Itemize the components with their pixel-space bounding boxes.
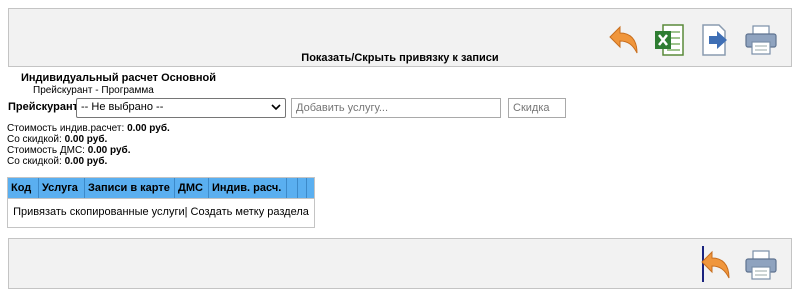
toggle-record-binding-link[interactable]: Показать/Скрыть привязку к записи — [9, 52, 791, 64]
cost-value: 0.00 руб. — [127, 123, 170, 134]
column-header-extra-2 — [298, 178, 307, 198]
chevron-down-icon — [271, 102, 281, 115]
add-service-input[interactable]: Добавить услугу... — [291, 98, 501, 118]
undo-arrow-icon[interactable] — [695, 245, 735, 285]
grid-actions: Привязать скопированные услуги| Создать … — [8, 206, 314, 218]
calc-title: Индивидуальный расчет Основной — [21, 72, 217, 84]
printer-icon[interactable] — [741, 245, 781, 285]
cost-value: 0.00 руб. — [87, 145, 131, 156]
cost-label: Со скидкой: — [7, 134, 62, 145]
cost-label: Со скидкой: — [7, 156, 62, 167]
bottom-toolbar-icons — [695, 245, 781, 285]
top-toolbar: Показать/Скрыть привязку к записи — [8, 8, 792, 67]
column-header-dms[interactable]: ДМС — [175, 178, 209, 198]
cost-line-dms: Стоимость ДМС: 0.00 руб. — [7, 145, 170, 156]
discount-input[interactable]: Скидка — [508, 98, 566, 118]
cost-line-individual: Стоимость индив.расчет: 0.00 руб. — [7, 123, 170, 134]
column-header-individual-calc[interactable]: Индив. расч. — [209, 178, 287, 198]
cost-label: Стоимость индив.расчет: — [7, 123, 125, 134]
cost-line-dms-discount: Со скидкой: 0.00 руб. — [7, 156, 170, 167]
discount-placeholder: Скидка — [513, 102, 550, 114]
cost-value: 0.00 руб. — [64, 156, 108, 167]
pricelist-selected-value: -- Не выбрано -- — [81, 101, 164, 113]
cost-summary: Стоимость индив.расчет: 0.00 руб. Со ски… — [7, 123, 170, 167]
actions-separator: | — [184, 206, 188, 218]
bottom-toolbar — [8, 238, 792, 289]
column-header-code[interactable]: Код — [8, 178, 39, 198]
services-grid: Код Услуга Записи в карте ДМС Индив. рас… — [7, 177, 315, 228]
bind-copied-services-link[interactable]: Привязать скопированные услуги — [13, 206, 185, 218]
cost-label: Стоимость ДМС: — [7, 145, 85, 156]
calc-subtitle: Прейскурант - Программа — [33, 85, 154, 96]
column-header-card-records[interactable]: Записи в карте — [85, 178, 175, 198]
column-header-service[interactable]: Услуга — [39, 178, 85, 198]
pricelist-label: Прейскурант — [8, 101, 78, 113]
pricelist-select[interactable]: -- Не выбрано -- — [76, 98, 286, 118]
cost-line-individual-discount: Со скидкой: 0.00 руб. — [7, 134, 170, 145]
column-header-extra-1 — [287, 178, 298, 198]
grid-header: Код Услуга Записи в карте ДМС Индив. рас… — [8, 178, 314, 199]
cost-value: 0.00 руб. — [64, 134, 108, 145]
create-section-mark-link[interactable]: Создать метку раздела — [191, 206, 309, 218]
add-service-placeholder: Добавить услугу... — [296, 102, 389, 114]
